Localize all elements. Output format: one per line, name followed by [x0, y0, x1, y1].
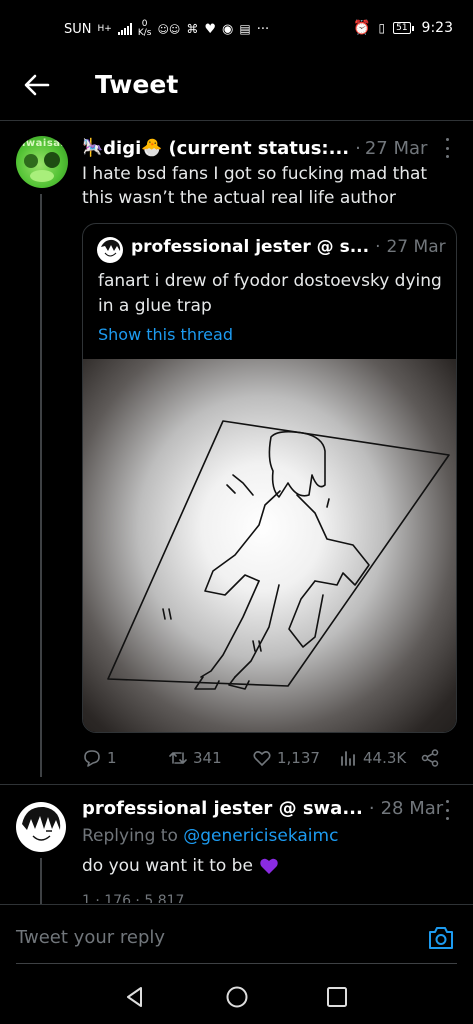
like-button[interactable]: 1,137 [252, 748, 320, 768]
fanart-drawing [107, 420, 450, 690]
more-vertical-icon[interactable] [443, 138, 451, 158]
net-speed-unit: K/s [137, 28, 152, 38]
thread-line [40, 858, 42, 908]
camera-icon[interactable] [427, 925, 455, 951]
alarm-icon: ⏰ [353, 20, 371, 36]
network-type: H+ [97, 23, 112, 34]
tweet-header: 🎠 digi 🐣 (current status:... · 27 Mar [82, 136, 442, 160]
retweet-button[interactable]: 341 [168, 748, 222, 768]
actions-divider [0, 784, 473, 785]
reply-count: 1 [107, 749, 117, 767]
nav-recents-icon[interactable] [324, 984, 350, 1010]
quote-header: professional jester @ s... · 27 Mar [131, 237, 451, 257]
arrow-left-icon[interactable] [22, 70, 52, 100]
status-right: ⏰ ▯ 51 9:23 [353, 20, 453, 36]
reply-peek-counts: 1 · 176 · 5,817 [82, 893, 185, 903]
header: Tweet [0, 58, 473, 114]
net-speed: 0 K/s [138, 20, 152, 38]
heart-notif-icon: ♥ [204, 21, 217, 37]
reply-separator: · [368, 798, 375, 819]
tweet-text: I hate bsd fans I got so fucking mad tha… [82, 164, 428, 208]
avatar-text: iwaisan [22, 138, 68, 149]
page-title: Tweet [95, 70, 179, 99]
show-thread-link[interactable]: Show this thread [98, 325, 233, 344]
views-count: 44.3K [363, 749, 407, 767]
battery-level: 51 [393, 22, 411, 34]
tweet-date[interactable]: 27 Mar [365, 138, 428, 159]
replying-to: Replying to @genericisekaimc [82, 826, 338, 846]
like-count: 1,137 [277, 749, 320, 767]
battery-icon: 51 [393, 22, 414, 34]
reply-text: do you want it to be [82, 856, 253, 876]
share-button[interactable] [420, 748, 440, 768]
chick-emoji: 🐣 [141, 138, 163, 158]
game-icon: ⌘ [186, 22, 199, 36]
messenger-icon: ◉ [222, 21, 234, 37]
clock: 9:23 [421, 20, 453, 36]
reply-header: professional jester @ swa... · 28 Mar [82, 798, 444, 819]
retweet-count: 341 [193, 749, 222, 767]
quote-separator: · [375, 237, 381, 257]
author-name-suffix[interactable]: (current status:... [168, 138, 349, 159]
reply-text-row: do you want it to be [82, 856, 279, 876]
reply-button[interactable]: 1 [82, 748, 117, 768]
more-notifs-icon: ··· [256, 21, 270, 37]
share-icon [421, 749, 439, 767]
views-chart-icon [341, 751, 355, 766]
retweet-icon [169, 752, 187, 764]
reply-avatar[interactable] [16, 802, 66, 852]
reply-actions-peek: 1 · 176 · 5,817 [82, 893, 442, 903]
status-left: SUN H+ 0 K/s ☺☺ ⌘ ♥ ◉ ▤ ··· [64, 20, 269, 38]
vibrate-icon: ▯ [378, 21, 386, 35]
reply-underline [16, 963, 457, 964]
quote-text: fanart i drew of fyodor dostoevsky dying… [98, 271, 442, 316]
heart-outline-icon [253, 751, 271, 766]
more-vertical-icon[interactable] [443, 800, 451, 820]
reply-author-name[interactable]: professional jester @ swa... [82, 798, 363, 819]
author-name[interactable]: digi [103, 138, 141, 159]
separator: · [355, 137, 361, 159]
avatar[interactable]: iwaisan [16, 136, 68, 188]
quote-avatar [97, 237, 123, 263]
status-bar: SUN H+ 0 K/s ☺☺ ⌘ ♥ ◉ ▤ ··· ⏰ ▯ 51 9:23 [0, 0, 473, 56]
system-nav-bar [0, 968, 473, 1024]
quoted-tweet[interactable]: professional jester @ s... · 27 Mar fana… [82, 223, 457, 733]
replying-prefix: Replying to [82, 826, 178, 846]
purple-heart-icon [260, 858, 278, 874]
carousel-emoji: 🎠 [82, 138, 104, 158]
fanart-image[interactable] [83, 359, 456, 732]
quote-date: 27 Mar [386, 237, 446, 257]
thread-line [40, 194, 42, 777]
nav-back-icon[interactable] [122, 984, 148, 1010]
reply-date[interactable]: 28 Mar [381, 798, 444, 819]
signal-icon [117, 23, 132, 35]
contacts-icon: ☺☺ [157, 22, 181, 36]
reply-icon [84, 750, 100, 767]
reply-input[interactable]: Tweet your reply [16, 927, 165, 948]
reply-compose-bar: Tweet your reply [0, 904, 473, 968]
tweet-actions: 1 341 1,137 44.3K [82, 748, 452, 772]
replying-handle[interactable]: @genericisekaimc [183, 826, 338, 846]
quote-author-name: professional jester @ s... [131, 237, 370, 257]
nav-home-icon[interactable] [224, 984, 250, 1010]
views-button[interactable]: 44.3K [338, 748, 406, 768]
header-divider [0, 120, 473, 121]
news-icon: ▤ [239, 22, 251, 36]
carrier-label: SUN [64, 21, 92, 37]
